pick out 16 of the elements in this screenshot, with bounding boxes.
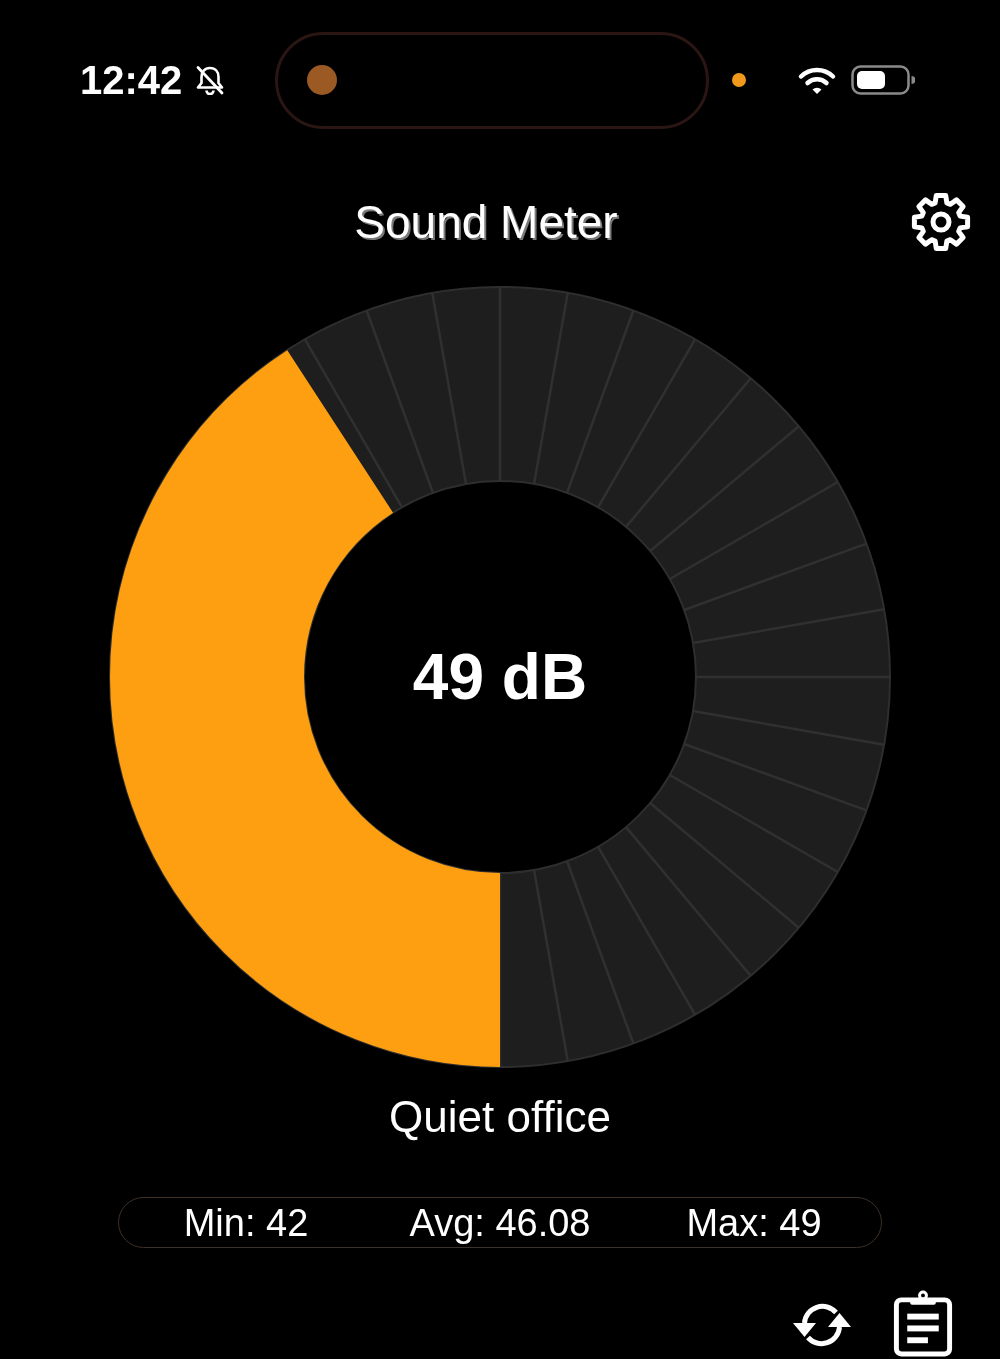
camera-dot-icon xyxy=(307,65,338,95)
wifi-icon xyxy=(797,65,838,95)
decibel-reading: 49 dB xyxy=(412,641,588,713)
noise-description: Quiet office xyxy=(389,1092,611,1142)
app-title: Sound Meter xyxy=(354,195,618,250)
bell-slash-icon xyxy=(195,65,226,95)
stat-text: Min: 42 xyxy=(183,1200,309,1246)
battery-icon xyxy=(851,65,916,95)
stat-text: Avg: 46.08 xyxy=(409,1200,591,1246)
settings-button[interactable] xyxy=(910,191,972,253)
clipboard-icon xyxy=(893,1290,953,1357)
indicator-dot-icon xyxy=(732,73,747,87)
report-button[interactable] xyxy=(893,1290,953,1357)
status-time: 12:42 xyxy=(80,57,183,104)
stat-text: Max: 49 xyxy=(686,1200,822,1246)
settings-icon xyxy=(910,191,972,253)
